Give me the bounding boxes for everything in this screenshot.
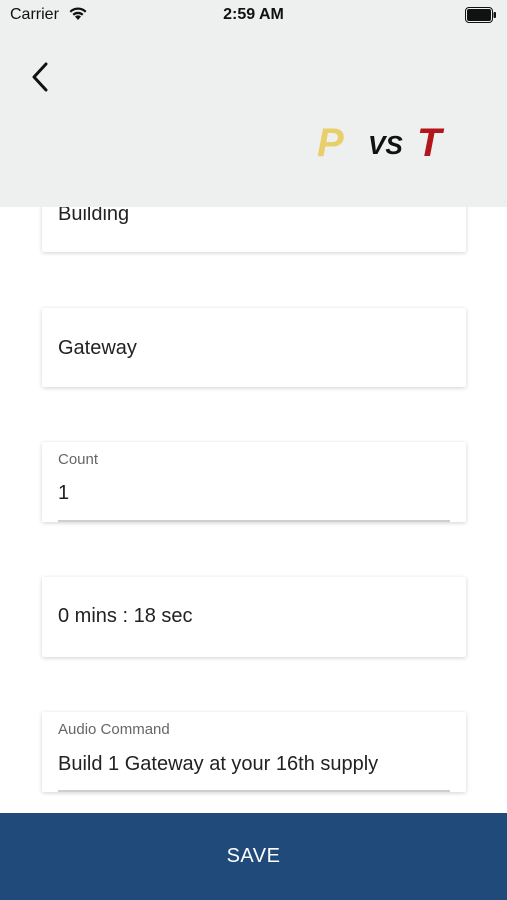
status-bar: Carrier 2:59 AM bbox=[0, 0, 507, 30]
count-input[interactable]: 1 bbox=[58, 482, 69, 505]
time-field[interactable]: 0 mins : 18 sec bbox=[42, 577, 466, 657]
header: P VS T bbox=[0, 30, 507, 207]
app-logo: P VS T bbox=[315, 118, 455, 168]
gateway-value: Gateway bbox=[58, 337, 137, 359]
count-underline bbox=[58, 520, 450, 522]
building-field[interactable]: Building bbox=[42, 207, 466, 252]
logo-p: P bbox=[317, 121, 344, 165]
back-button[interactable] bbox=[20, 55, 60, 99]
status-time: 2:59 AM bbox=[223, 6, 284, 23]
logo-vs: VS bbox=[368, 130, 403, 160]
save-button-label: SAVE bbox=[226, 845, 281, 867]
form-scroll-area[interactable]: Building Gateway Count 1 0 mins : 18 sec… bbox=[0, 207, 507, 813]
logo-t: T bbox=[417, 121, 445, 165]
audio-command-underline bbox=[58, 790, 450, 792]
audio-command-field[interactable]: Audio Command Build 1 Gateway at your 16… bbox=[42, 712, 466, 792]
count-label: Count bbox=[58, 451, 99, 468]
save-button[interactable]: SAVE bbox=[0, 813, 507, 900]
audio-command-input[interactable]: Build 1 Gateway at your 16th supply bbox=[58, 753, 378, 776]
time-value: 0 mins : 18 sec bbox=[58, 605, 193, 627]
audio-command-label: Audio Command bbox=[58, 721, 170, 738]
building-value: Building bbox=[58, 207, 130, 225]
chevron-left-icon bbox=[32, 62, 48, 92]
gateway-field[interactable]: Gateway bbox=[42, 308, 466, 387]
count-field[interactable]: Count 1 bbox=[42, 442, 466, 522]
battery-icon bbox=[465, 7, 497, 28]
